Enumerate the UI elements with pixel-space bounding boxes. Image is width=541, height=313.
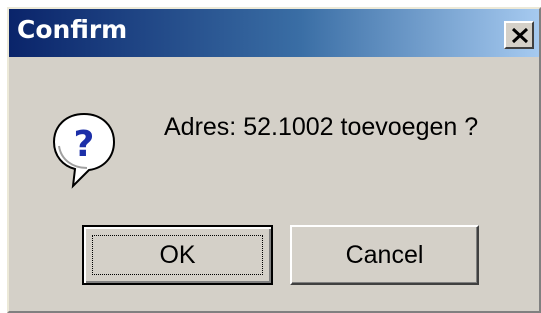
cancel-button-label: Cancel: [345, 240, 424, 269]
close-x-icon: [511, 27, 529, 44]
question-icon: ?: [51, 110, 117, 190]
confirm-dialog: Confirm ? Adres: 52.1002 toevoegen ? OK …: [7, 7, 541, 313]
svg-text:?: ?: [74, 124, 95, 165]
title-bar[interactable]: Confirm: [9, 9, 539, 57]
window-title: Confirm: [17, 15, 128, 44]
ok-button[interactable]: OK: [82, 225, 273, 285]
cancel-button[interactable]: Cancel: [290, 225, 479, 285]
dialog-message: Adres: 52.1002 toevoegen ?: [164, 113, 479, 141]
focus-ring: [92, 235, 263, 275]
close-button[interactable]: [504, 21, 534, 49]
